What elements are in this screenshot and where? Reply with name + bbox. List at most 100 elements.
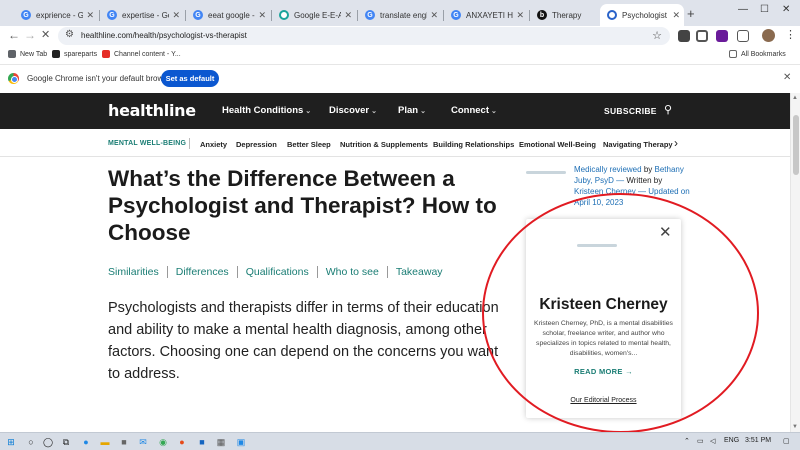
close-tab-icon[interactable]: ✕ xyxy=(344,10,352,21)
tray-chevron-icon[interactable]: ⌃ xyxy=(684,437,690,445)
subnav-item-emotional[interactable]: Emotional Well-Being xyxy=(519,140,596,149)
google-favicon-icon: G xyxy=(365,10,375,20)
new-tab-button[interactable]: + xyxy=(687,6,695,21)
extension-icon[interactable] xyxy=(678,30,690,42)
star-icon[interactable]: ☆ xyxy=(652,29,662,42)
app-icon[interactable]: ▦ xyxy=(215,436,227,448)
subnav-item-better-sleep[interactable]: Better Sleep xyxy=(287,140,331,149)
notifications-icon[interactable]: ▢ xyxy=(783,437,790,445)
page-scrollbar[interactable]: ▲ ▼ xyxy=(790,93,800,432)
nav-plan[interactable]: Plan ⌄ xyxy=(398,105,426,116)
shield-extension-icon[interactable] xyxy=(696,30,708,42)
close-icon[interactable]: ✕ xyxy=(783,72,791,83)
app-icon[interactable]: ■ xyxy=(118,436,130,448)
puzzle-extensions-icon[interactable] xyxy=(737,30,749,42)
bookmarks-bar: New Tab spareparts Channel content - Y..… xyxy=(0,46,800,64)
toc-link-differences[interactable]: Differences xyxy=(176,266,229,278)
toc-link-takeaway[interactable]: Takeaway xyxy=(396,266,443,278)
toc-link-who-to-see[interactable]: Who to see xyxy=(326,266,379,278)
volume-icon[interactable]: ◁ xyxy=(710,437,715,445)
google-favicon-icon: G xyxy=(107,10,117,20)
chevron-down-icon: ⌄ xyxy=(371,108,378,115)
bookmark-channel-content[interactable]: Channel content - Y... xyxy=(102,50,181,58)
toc-link-qualifications[interactable]: Qualifications xyxy=(246,266,309,278)
app-icon[interactable]: ■ xyxy=(196,436,208,448)
nav-connect[interactable]: Connect ⌄ xyxy=(451,105,497,116)
nav-health-conditions[interactable]: Health Conditions ⌄ xyxy=(222,105,311,116)
tab-title: eeat google - G xyxy=(208,10,255,20)
close-tab-icon[interactable]: ✕ xyxy=(172,10,180,21)
circle-favicon-icon xyxy=(279,10,289,20)
scroll-down-icon[interactable]: ▼ xyxy=(792,424,798,430)
search-icon[interactable]: ○ xyxy=(25,436,37,448)
close-icon[interactable]: ✕ xyxy=(659,225,672,240)
address-bar[interactable]: ⚙ healthline.com/health/psychologist-vs-… xyxy=(58,27,670,45)
minimize-icon[interactable]: — xyxy=(738,4,748,15)
medically-reviewed-link[interactable]: Medically reviewed xyxy=(574,165,642,174)
close-tab-icon[interactable]: ✕ xyxy=(86,10,94,21)
subnav-divider xyxy=(189,138,190,149)
close-tab-icon[interactable]: ✕ xyxy=(430,10,438,21)
profile-avatar[interactable] xyxy=(762,29,775,42)
nav-discover[interactable]: Discover ⌄ xyxy=(329,105,377,116)
close-tab-icon[interactable]: ✕ xyxy=(258,10,266,21)
browser-tab[interactable]: G translate englis ✕ xyxy=(358,4,442,26)
menu-kebab-icon[interactable]: ⋮ xyxy=(785,28,796,41)
article-intro: Psychologists and therapists differ in t… xyxy=(108,300,499,382)
url-text[interactable]: healthline.com/health/psychologist-vs-th… xyxy=(81,31,247,40)
tab-title: Psychologist vs xyxy=(622,10,669,20)
bookmark-spareparts[interactable]: spareparts xyxy=(52,50,97,58)
close-tab-icon[interactable]: ✕ xyxy=(672,10,680,21)
toc-link-similarities[interactable]: Similarities xyxy=(108,266,159,278)
forward-icon[interactable]: → xyxy=(24,28,36,42)
subnav-item-anxiety[interactable]: Anxiety xyxy=(200,140,227,149)
subscribe-link[interactable]: SUBSCRIBE xyxy=(604,106,657,116)
bookmark-new-tab[interactable]: New Tab xyxy=(8,50,47,58)
cortana-icon[interactable]: ◯ xyxy=(42,436,54,448)
subnav-item-relationships[interactable]: Building Relationships xyxy=(433,140,514,149)
scroll-up-icon[interactable]: ▲ xyxy=(792,95,798,101)
healthline-logo[interactable]: healthline xyxy=(108,101,196,120)
close-window-icon[interactable]: ✕ xyxy=(782,4,790,15)
language-indicator[interactable]: ENG xyxy=(724,437,739,444)
browser-tab[interactable]: Google E-E-A-T ✕ xyxy=(272,4,356,26)
browser-tab[interactable]: G exprience - Goo ✕ xyxy=(14,4,98,26)
back-icon[interactable]: ← xyxy=(8,28,20,42)
file-explorer-icon[interactable]: ▬ xyxy=(99,436,111,448)
set-as-default-button[interactable]: Set as default xyxy=(161,70,219,87)
app-icon[interactable]: ● xyxy=(176,436,188,448)
edge-icon[interactable]: ● xyxy=(80,436,92,448)
maximize-icon[interactable]: ☐ xyxy=(760,4,769,15)
subnav-item-therapy[interactable]: Navigating Therapy xyxy=(603,140,673,149)
browser-tab[interactable]: G ANXAYETI HEAD ✕ xyxy=(444,4,528,26)
read-more-link[interactable]: READ MORE → xyxy=(526,367,681,376)
all-bookmarks[interactable]: All Bookmarks xyxy=(729,50,786,58)
author-link[interactable]: Kristeen Cherney xyxy=(574,187,636,196)
stop-loading-icon[interactable]: ✕ xyxy=(41,28,50,41)
browser-tab[interactable]: G eeat google - G ✕ xyxy=(186,4,270,26)
task-view-icon[interactable]: ⧉ xyxy=(60,436,72,448)
mail-icon[interactable]: ✉ xyxy=(137,436,149,448)
scrollbar-thumb[interactable] xyxy=(793,115,799,175)
extension-icon[interactable] xyxy=(716,30,728,42)
clock[interactable]: 3:51 PM xyxy=(745,437,771,444)
google-favicon-icon: G xyxy=(451,10,461,20)
network-icon[interactable]: ▭ xyxy=(697,437,704,445)
author-popup: ✕ Kristeen Cherney Kristeen Cherney, PhD… xyxy=(526,219,681,418)
browser-tab[interactable]: G expertise - Goog ✕ xyxy=(100,4,184,26)
search-icon[interactable]: ⚲ xyxy=(664,103,672,116)
subnav-category[interactable]: MENTAL WELL-BEING xyxy=(108,140,186,147)
tab-title: exprience - Goo xyxy=(36,10,84,20)
chevron-right-icon[interactable]: › xyxy=(674,136,678,150)
subnav-item-nutrition[interactable]: Nutrition & Supplements xyxy=(340,140,428,149)
browser-tab-active[interactable]: Psychologist vs ✕ xyxy=(600,4,684,26)
chrome-icon[interactable]: ◉ xyxy=(157,436,169,448)
editorial-process-link[interactable]: Our Editorial Process xyxy=(526,397,681,404)
chrome-logo-icon xyxy=(8,73,19,84)
site-info-icon[interactable]: ⚙ xyxy=(65,29,74,40)
photos-icon[interactable]: ▣ xyxy=(235,436,247,448)
subnav-item-depression[interactable]: Depression xyxy=(236,140,277,149)
toc-divider xyxy=(236,266,238,278)
windows-start-icon[interactable]: ⊞ xyxy=(5,436,17,448)
close-tab-icon[interactable]: ✕ xyxy=(516,10,524,21)
